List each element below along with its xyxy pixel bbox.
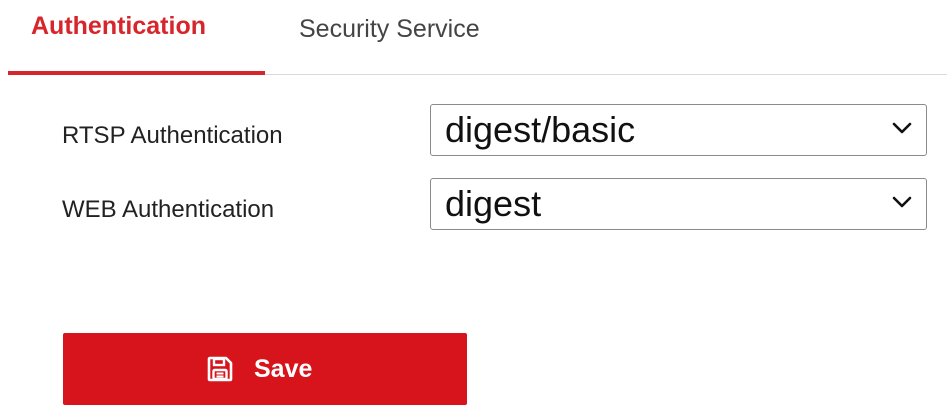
chevron-down-icon <box>892 196 912 208</box>
tab-authentication-label: Authentication <box>31 12 206 40</box>
tab-bar: Authentication Security Service <box>8 0 947 75</box>
save-button[interactable]: Save <box>63 333 467 405</box>
tab-security-service-label: Security Service <box>299 15 480 43</box>
chevron-down-icon <box>892 122 912 134</box>
save-button-label: Save <box>254 355 313 383</box>
rtsp-authentication-row: RTSP Authentication digest/basic <box>0 104 947 160</box>
rtsp-authentication-label: RTSP Authentication <box>62 122 283 149</box>
web-authentication-row: WEB Authentication digest <box>0 178 947 234</box>
web-authentication-select[interactable]: digest <box>430 178 927 230</box>
save-button-content: Save <box>207 353 312 385</box>
tab-authentication[interactable]: Authentication <box>8 0 265 75</box>
web-authentication-label: WEB Authentication <box>62 196 275 223</box>
web-authentication-value: digest <box>445 183 542 224</box>
tab-security-service[interactable]: Security Service <box>288 0 528 74</box>
rtsp-authentication-select[interactable]: digest/basic <box>430 104 927 156</box>
floppy-disk-icon <box>207 356 233 382</box>
active-tab-indicator <box>8 71 265 75</box>
authentication-settings-page: Authentication Security Service RTSP Aut… <box>0 0 947 405</box>
rtsp-authentication-value: digest/basic <box>445 109 636 150</box>
